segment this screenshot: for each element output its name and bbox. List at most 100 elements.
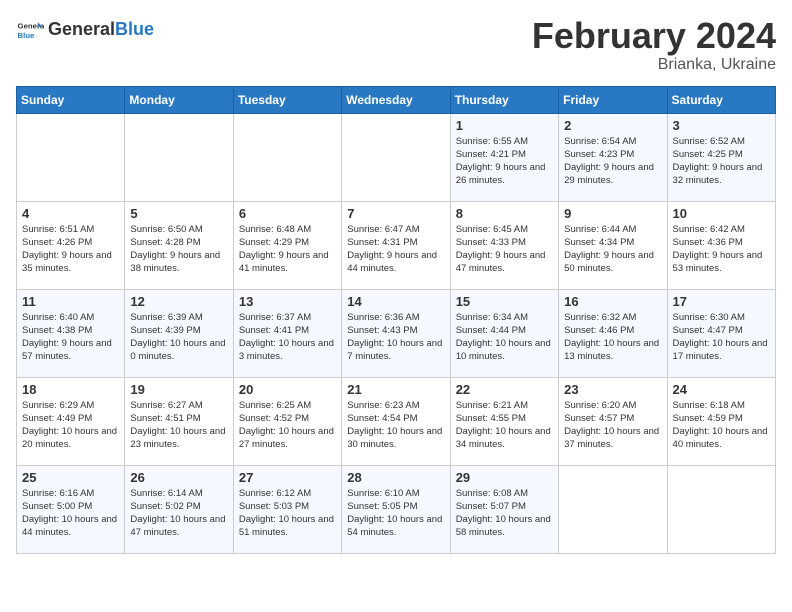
calendar-day-cell: 24 Sunrise: 6:18 AM Sunset: 4:59 PM Dayli… xyxy=(667,377,775,465)
day-info: Sunrise: 6:12 AM Sunset: 5:03 PM Dayligh… xyxy=(239,487,336,540)
day-info: Sunrise: 6:52 AM Sunset: 4:25 PM Dayligh… xyxy=(673,135,770,188)
day-number: 2 xyxy=(564,118,661,133)
calendar-day-cell: 20 Sunrise: 6:25 AM Sunset: 4:52 PM Dayli… xyxy=(233,377,341,465)
day-info: Sunrise: 6:27 AM Sunset: 4:51 PM Dayligh… xyxy=(130,399,227,452)
calendar-day-cell: 17Sunrise: 6:30 AM Sunset: 4:47 PM Dayli… xyxy=(667,289,775,377)
day-number: 9 xyxy=(564,206,661,221)
day-info: Sunrise: 6:55 AM Sunset: 4:21 PM Dayligh… xyxy=(456,135,553,188)
day-info: Sunrise: 6:39 AM Sunset: 4:39 PM Dayligh… xyxy=(130,311,227,364)
day-number: 7 xyxy=(347,206,444,221)
day-info: Sunrise: 6:51 AM Sunset: 4:26 PM Dayligh… xyxy=(22,223,119,276)
day-of-week-header: Friday xyxy=(559,86,667,113)
day-number: 10 xyxy=(673,206,770,221)
day-number: 5 xyxy=(130,206,227,221)
day-number: 18 xyxy=(22,382,119,397)
day-info: Sunrise: 6:40 AM Sunset: 4:38 PM Dayligh… xyxy=(22,311,119,364)
day-info: Sunrise: 6:21 AM Sunset: 4:55 PM Dayligh… xyxy=(456,399,553,452)
calendar-day-cell xyxy=(342,113,450,201)
day-number: 20 xyxy=(239,382,336,397)
day-number: 15 xyxy=(456,294,553,309)
day-number: 13 xyxy=(239,294,336,309)
day-info: Sunrise: 6:08 AM Sunset: 5:07 PM Dayligh… xyxy=(456,487,553,540)
day-number: 23 xyxy=(564,382,661,397)
day-of-week-header: Wednesday xyxy=(342,86,450,113)
day-number: 25 xyxy=(22,470,119,485)
calendar-day-cell: 19 Sunrise: 6:27 AM Sunset: 4:51 PM Dayli… xyxy=(125,377,233,465)
day-info: Sunrise: 6:34 AM Sunset: 4:44 PM Dayligh… xyxy=(456,311,553,364)
calendar-day-cell: 8Sunrise: 6:45 AM Sunset: 4:33 PM Daylig… xyxy=(450,201,558,289)
logo-general-text: General xyxy=(48,19,115,39)
calendar-day-cell: 15 Sunrise: 6:34 AM Sunset: 4:44 PM Dayli… xyxy=(450,289,558,377)
day-of-week-header: Tuesday xyxy=(233,86,341,113)
day-number: 22 xyxy=(456,382,553,397)
logo-icon: General Blue xyxy=(16,16,44,44)
calendar-day-cell: 5 Sunrise: 6:50 AM Sunset: 4:28 PM Daylig… xyxy=(125,201,233,289)
month-title: February 2024 xyxy=(532,16,776,56)
calendar-day-cell: 12 Sunrise: 6:39 AM Sunset: 4:39 PM Dayli… xyxy=(125,289,233,377)
calendar-day-cell: 14 Sunrise: 6:36 AM Sunset: 4:43 PM Dayli… xyxy=(342,289,450,377)
day-info: Sunrise: 6:36 AM Sunset: 4:43 PM Dayligh… xyxy=(347,311,444,364)
day-info: Sunrise: 6:10 AM Sunset: 5:05 PM Dayligh… xyxy=(347,487,444,540)
title-block: February 2024 Brianka, Ukraine xyxy=(532,16,776,74)
calendar-day-cell xyxy=(233,113,341,201)
day-info: Sunrise: 6:18 AM Sunset: 4:59 PM Dayligh… xyxy=(673,399,770,452)
calendar-day-cell: 6 Sunrise: 6:48 AM Sunset: 4:29 PM Daylig… xyxy=(233,201,341,289)
logo-blue-text: Blue xyxy=(115,19,154,39)
day-info: Sunrise: 6:14 AM Sunset: 5:02 PM Dayligh… xyxy=(130,487,227,540)
calendar-day-cell: 3 Sunrise: 6:52 AM Sunset: 4:25 PM Daylig… xyxy=(667,113,775,201)
day-number: 6 xyxy=(239,206,336,221)
calendar-week-row: 4 Sunrise: 6:51 AM Sunset: 4:26 PM Daylig… xyxy=(17,201,776,289)
page-header: General Blue GeneralBlue February 2024 B… xyxy=(16,16,776,74)
calendar-day-cell: 13 Sunrise: 6:37 AM Sunset: 4:41 PM Dayli… xyxy=(233,289,341,377)
calendar-week-row: 1 Sunrise: 6:55 AM Sunset: 4:21 PM Daylig… xyxy=(17,113,776,201)
calendar-day-cell: 18 Sunrise: 6:29 AM Sunset: 4:49 PM Dayli… xyxy=(17,377,125,465)
calendar-day-cell: 4 Sunrise: 6:51 AM Sunset: 4:26 PM Daylig… xyxy=(17,201,125,289)
day-number: 24 xyxy=(673,382,770,397)
day-number: 12 xyxy=(130,294,227,309)
calendar-day-cell: 23 Sunrise: 6:20 AM Sunset: 4:57 PM Dayli… xyxy=(559,377,667,465)
calendar-day-cell: 26 Sunrise: 6:14 AM Sunset: 5:02 PM Dayli… xyxy=(125,465,233,553)
calendar-day-cell xyxy=(125,113,233,201)
calendar-day-cell: 27 Sunrise: 6:12 AM Sunset: 5:03 PM Dayli… xyxy=(233,465,341,553)
day-info: Sunrise: 6:42 AM Sunset: 4:36 PM Dayligh… xyxy=(673,223,770,276)
day-info: Sunrise: 6:37 AM Sunset: 4:41 PM Dayligh… xyxy=(239,311,336,364)
calendar-week-row: 25 Sunrise: 6:16 AM Sunset: 5:00 PM Dayli… xyxy=(17,465,776,553)
day-info: Sunrise: 6:16 AM Sunset: 5:00 PM Dayligh… xyxy=(22,487,119,540)
svg-text:Blue: Blue xyxy=(18,31,36,40)
day-number: 26 xyxy=(130,470,227,485)
day-number: 11 xyxy=(22,294,119,309)
calendar-day-cell xyxy=(17,113,125,201)
day-number: 17 xyxy=(673,294,770,309)
day-number: 1 xyxy=(456,118,553,133)
day-info: Sunrise: 6:50 AM Sunset: 4:28 PM Dayligh… xyxy=(130,223,227,276)
day-of-week-header: Sunday xyxy=(17,86,125,113)
calendar-day-cell: 11 Sunrise: 6:40 AM Sunset: 4:38 PM Dayli… xyxy=(17,289,125,377)
day-info: Sunrise: 6:20 AM Sunset: 4:57 PM Dayligh… xyxy=(564,399,661,452)
day-number: 29 xyxy=(456,470,553,485)
day-number: 27 xyxy=(239,470,336,485)
day-of-week-header: Saturday xyxy=(667,86,775,113)
calendar-day-cell: 2Sunrise: 6:54 AM Sunset: 4:23 PM Daylig… xyxy=(559,113,667,201)
day-number: 4 xyxy=(22,206,119,221)
day-of-week-header: Monday xyxy=(125,86,233,113)
day-number: 19 xyxy=(130,382,227,397)
calendar-day-cell: 10 Sunrise: 6:42 AM Sunset: 4:36 PM Dayli… xyxy=(667,201,775,289)
calendar-day-cell: 21Sunrise: 6:23 AM Sunset: 4:54 PM Dayli… xyxy=(342,377,450,465)
calendar-day-cell: 1 Sunrise: 6:55 AM Sunset: 4:21 PM Daylig… xyxy=(450,113,558,201)
calendar-body: 1 Sunrise: 6:55 AM Sunset: 4:21 PM Daylig… xyxy=(17,113,776,553)
day-info: Sunrise: 6:25 AM Sunset: 4:52 PM Dayligh… xyxy=(239,399,336,452)
day-info: Sunrise: 6:23 AM Sunset: 4:54 PM Dayligh… xyxy=(347,399,444,452)
day-number: 16 xyxy=(564,294,661,309)
logo: General Blue GeneralBlue xyxy=(16,16,154,44)
calendar-day-cell: 28Sunrise: 6:10 AM Sunset: 5:05 PM Dayli… xyxy=(342,465,450,553)
day-number: 14 xyxy=(347,294,444,309)
day-info: Sunrise: 6:48 AM Sunset: 4:29 PM Dayligh… xyxy=(239,223,336,276)
day-info: Sunrise: 6:29 AM Sunset: 4:49 PM Dayligh… xyxy=(22,399,119,452)
calendar-day-cell xyxy=(559,465,667,553)
calendar-day-cell: 16 Sunrise: 6:32 AM Sunset: 4:46 PM Dayli… xyxy=(559,289,667,377)
calendar-day-cell: 9Sunrise: 6:44 AM Sunset: 4:34 PM Daylig… xyxy=(559,201,667,289)
day-number: 3 xyxy=(673,118,770,133)
day-info: Sunrise: 6:32 AM Sunset: 4:46 PM Dayligh… xyxy=(564,311,661,364)
day-info: Sunrise: 6:47 AM Sunset: 4:31 PM Dayligh… xyxy=(347,223,444,276)
calendar-day-cell: 22 Sunrise: 6:21 AM Sunset: 4:55 PM Dayli… xyxy=(450,377,558,465)
